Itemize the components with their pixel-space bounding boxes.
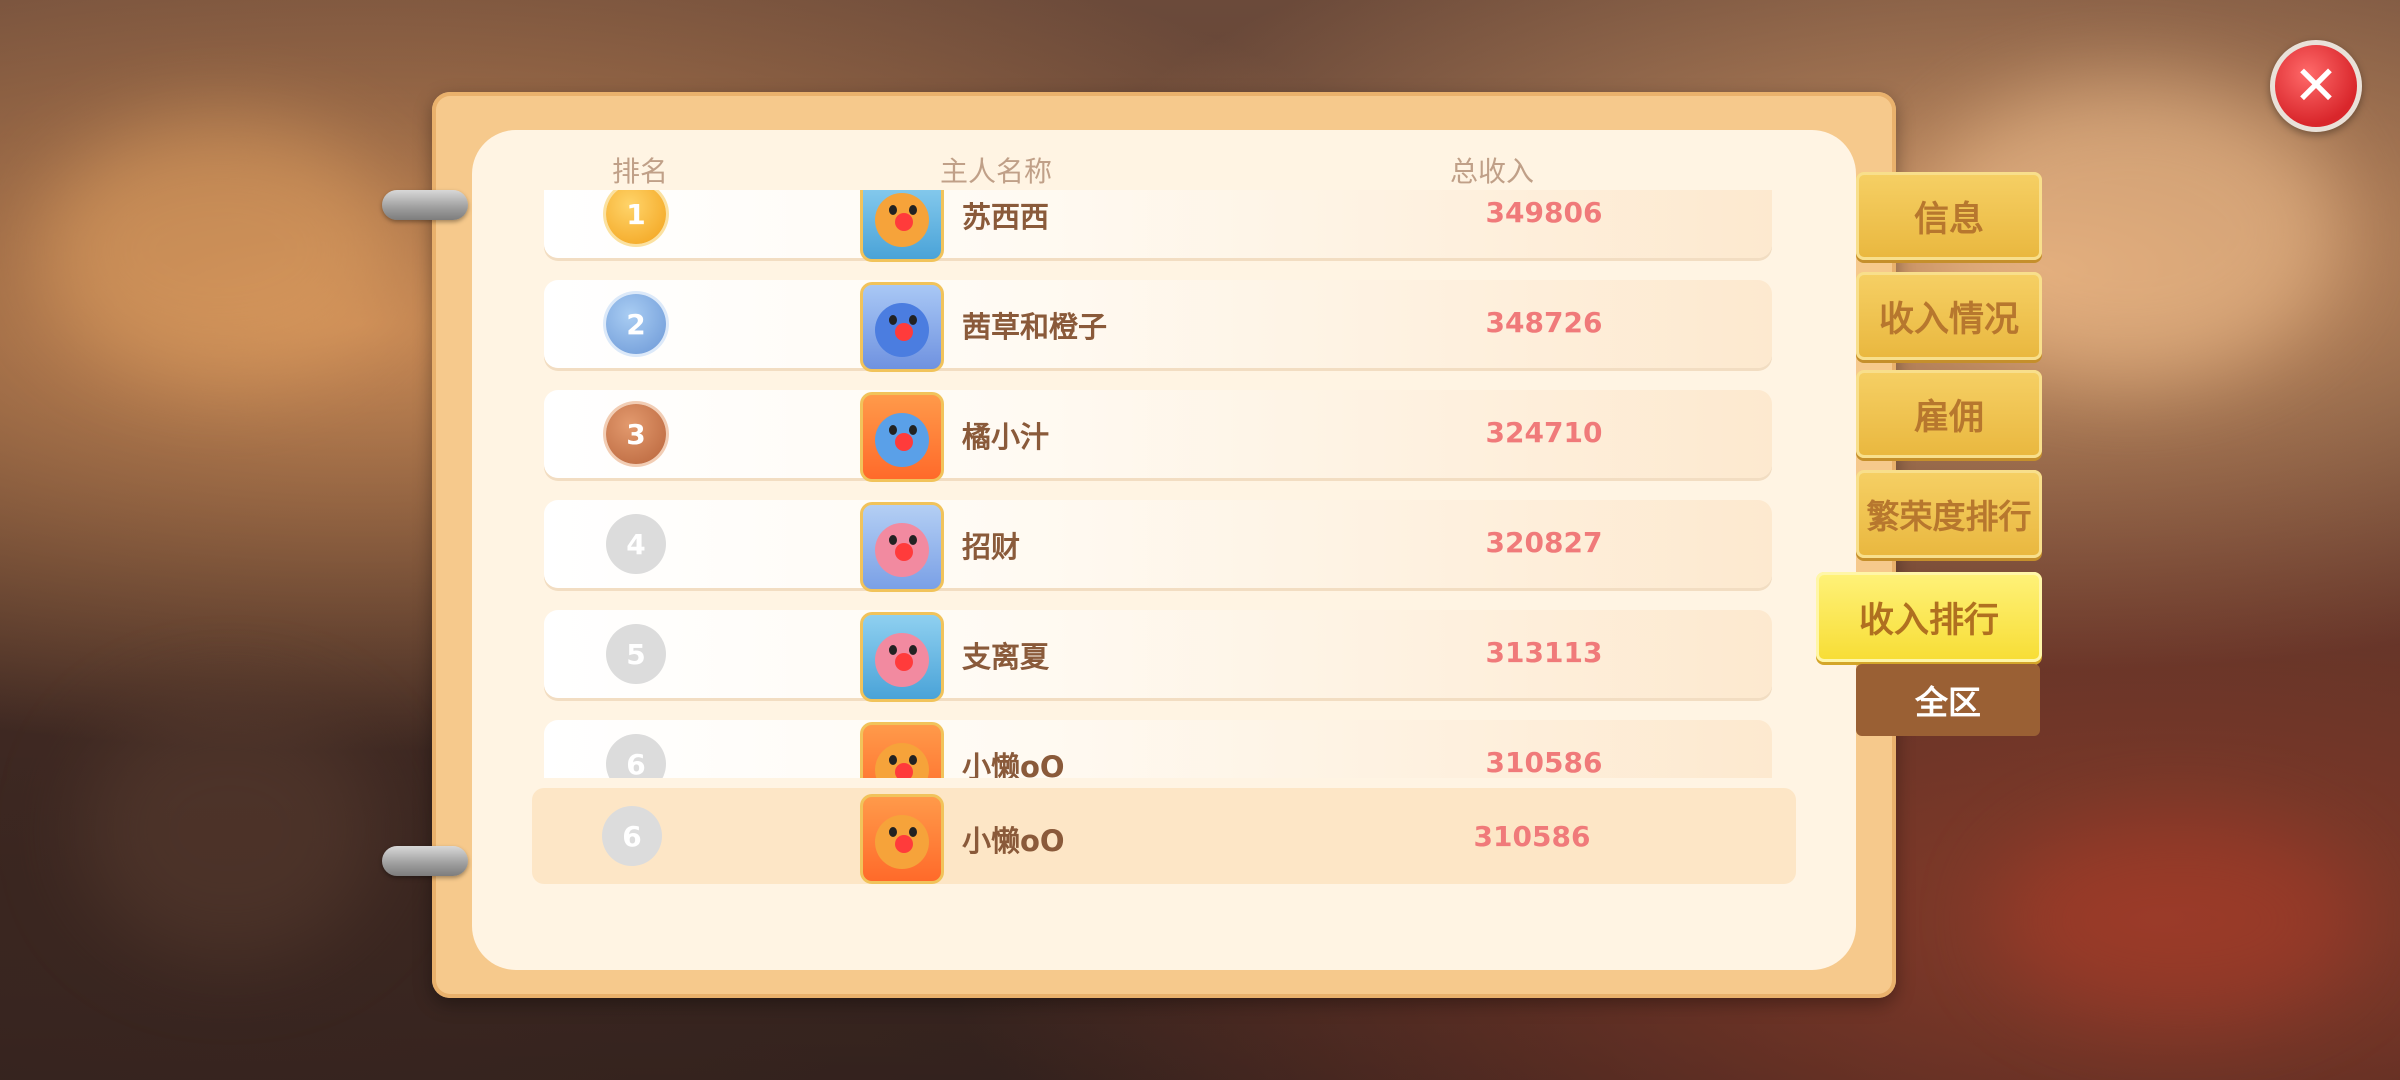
- column-header-income: 总收入: [1450, 155, 1535, 188]
- tab-income-ranking[interactable]: 收入排行: [1816, 572, 2042, 662]
- avatar: [860, 282, 944, 372]
- my-ranking-row: 6 小懒oO 310586: [532, 788, 1796, 884]
- player-name: 小懒oO: [962, 750, 1065, 778]
- column-header-rank: 排名: [612, 155, 669, 188]
- tab-income-status[interactable]: 收入情况: [1856, 272, 2042, 360]
- close-button[interactable]: ✕: [2270, 40, 2362, 132]
- ranking-row[interactable]: 3 橘小汁 324710: [544, 390, 1772, 482]
- rank-badge: 5: [606, 624, 666, 684]
- avatar: [860, 392, 944, 482]
- rank-badge: 4: [606, 514, 666, 574]
- close-icon: ✕: [2293, 54, 2339, 117]
- gold-medal-icon: 1: [606, 190, 666, 244]
- bronze-medal-icon: 3: [606, 404, 666, 464]
- avatar: [860, 502, 944, 592]
- ranking-row[interactable]: 2 茜草和橙子 348726: [544, 280, 1772, 372]
- silver-medal-icon: 2: [606, 294, 666, 354]
- ranking-row[interactable]: 1 苏西西 349806: [544, 190, 1772, 262]
- player-income: 324710: [1485, 416, 1603, 449]
- player-name: 茜草和橙子: [962, 310, 1108, 344]
- player-name: 橘小汁: [962, 420, 1050, 454]
- rank-badge: 6: [606, 734, 666, 778]
- player-name: 支离夏: [962, 640, 1050, 674]
- tab-prosperity-ranking[interactable]: 繁荣度排行: [1856, 470, 2042, 558]
- avatar: [860, 722, 944, 778]
- player-income: 349806: [1485, 196, 1603, 229]
- avatar: [860, 190, 944, 262]
- avatar: [860, 794, 944, 884]
- player-income: 310586: [1473, 820, 1591, 853]
- ranking-row[interactable]: 6 小懒oO 310586: [544, 720, 1772, 778]
- column-header-name: 主人名称: [940, 155, 1053, 188]
- tab-hire[interactable]: 雇佣: [1856, 370, 2042, 458]
- player-income: 348726: [1485, 306, 1603, 339]
- binder-ring-icon: [382, 190, 468, 220]
- player-name: 招财: [962, 530, 1021, 564]
- player-income: 310586: [1485, 746, 1603, 778]
- ranking-list[interactable]: 1 苏西西 349806 2 茜草和橙子 348726 3 橘小汁 324710…: [540, 190, 1794, 778]
- tab-info[interactable]: 信息: [1856, 172, 2042, 260]
- ranking-row[interactable]: 5 支离夏 313113: [544, 610, 1772, 702]
- player-income: 320827: [1485, 526, 1603, 559]
- player-name: 苏西西: [962, 200, 1050, 234]
- ranking-row[interactable]: 4 招财 320827: [544, 500, 1772, 592]
- avatar: [860, 612, 944, 702]
- binder-ring-icon: [382, 846, 468, 876]
- subtab-all-server[interactable]: 全区: [1856, 664, 2040, 736]
- player-name: 小懒oO: [962, 824, 1065, 858]
- player-income: 313113: [1485, 636, 1603, 669]
- rank-badge: 6: [602, 806, 662, 866]
